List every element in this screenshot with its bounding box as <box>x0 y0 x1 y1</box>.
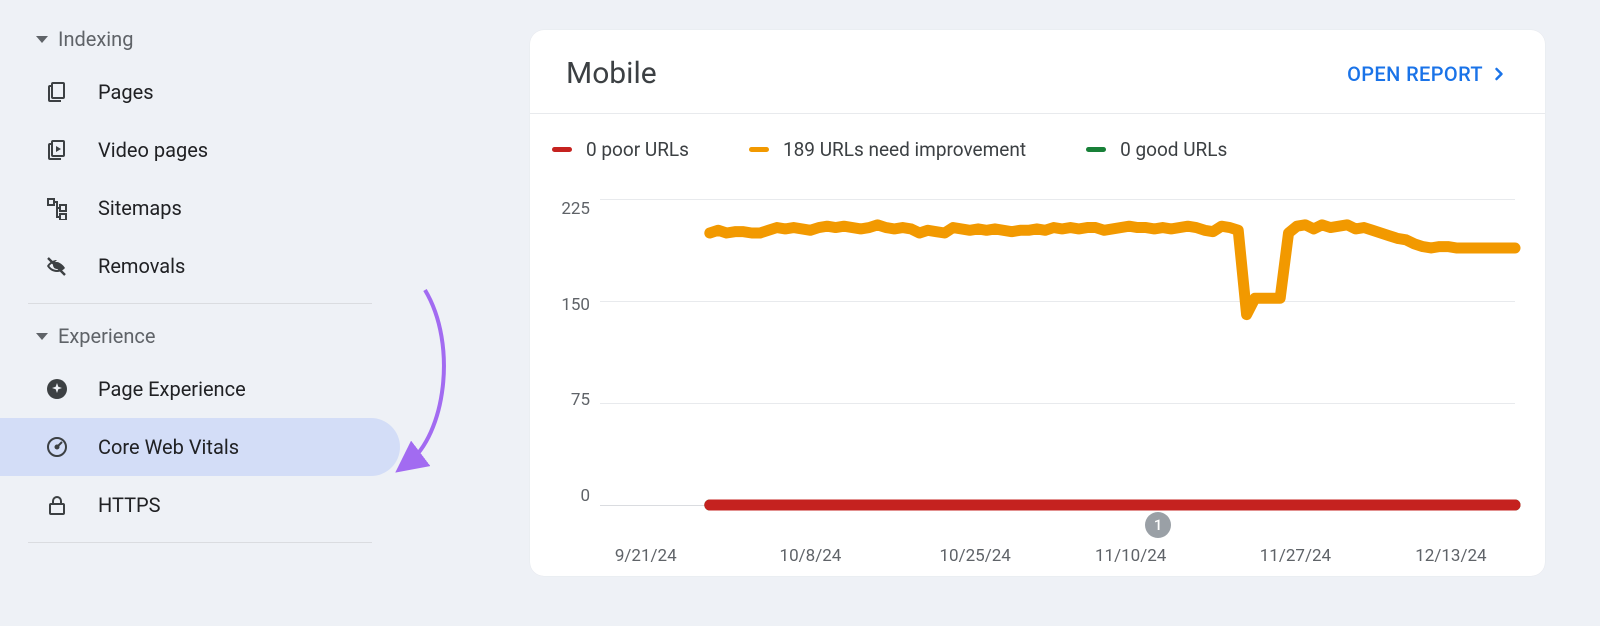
sidebar-item-label: Core Web Vitals <box>98 435 239 459</box>
section-label: Indexing <box>58 27 133 51</box>
y-tick: 0 <box>530 486 590 506</box>
open-report-label: OPEN REPORT <box>1347 62 1483 86</box>
open-report-button[interactable]: OPEN REPORT <box>1347 62 1509 86</box>
y-tick: 225 <box>530 199 590 219</box>
event-marker[interactable]: 1 <box>1145 512 1171 538</box>
callout-arrow-icon <box>390 285 460 485</box>
y-axis: 225 150 75 0 <box>530 199 600 506</box>
sidebar-item-removals[interactable]: Removals <box>0 237 400 295</box>
sidebar: Indexing Pages Video pages Sitemaps Remo <box>0 0 400 626</box>
x-tick: 11/10/24 <box>1095 546 1166 566</box>
legend-item-poor[interactable]: 0 poor URLs <box>552 138 689 161</box>
section-divider <box>28 303 372 304</box>
event-marker-label: 1 <box>1154 516 1163 534</box>
sidebar-item-label: Sitemaps <box>98 196 182 220</box>
x-tick: 9/21/24 <box>615 546 677 566</box>
caret-down-icon <box>36 333 48 340</box>
x-tick: 10/25/24 <box>939 546 1010 566</box>
video-pages-icon <box>44 137 70 163</box>
chevron-right-icon <box>1489 64 1509 84</box>
chart-legend: 0 poor URLs 189 URLs need improvement 0 … <box>530 114 1545 169</box>
x-tick: 11/27/24 <box>1260 546 1331 566</box>
sidebar-item-video-pages[interactable]: Video pages <box>0 121 400 179</box>
report-card: Mobile OPEN REPORT 0 poor URLs 189 URLs … <box>530 30 1545 576</box>
sidebar-item-label: Page Experience <box>98 377 246 401</box>
y-tick: 75 <box>530 390 590 410</box>
sidebar-item-https[interactable]: HTTPS <box>0 476 400 534</box>
lock-icon <box>44 492 70 518</box>
legend-swatch <box>1086 147 1106 152</box>
legend-label: 189 URLs need improvement <box>783 138 1026 161</box>
x-tick: 10/8/24 <box>780 546 842 566</box>
sidebar-item-page-experience[interactable]: Page Experience <box>0 360 400 418</box>
card-header: Mobile OPEN REPORT <box>530 30 1545 114</box>
section-label: Experience <box>58 324 156 348</box>
sidebar-item-label: HTTPS <box>98 493 161 517</box>
section-header-indexing[interactable]: Indexing <box>0 15 400 63</box>
sitemaps-icon <box>44 195 70 221</box>
sidebar-item-label: Video pages <box>98 138 208 162</box>
sidebar-item-core-web-vitals[interactable]: Core Web Vitals <box>0 418 400 476</box>
removals-icon <box>44 253 70 279</box>
sidebar-item-label: Pages <box>98 80 154 104</box>
legend-swatch <box>552 147 572 152</box>
sidebar-item-label: Removals <box>98 254 185 278</box>
legend-item-good[interactable]: 0 good URLs <box>1086 138 1227 161</box>
caret-down-icon <box>36 36 48 43</box>
chart: 225 150 75 0 9/21/24 10/8/24 10/25/24 11/10… <box>530 169 1545 576</box>
x-tick: 12/13/24 <box>1415 546 1486 566</box>
plot-area <box>600 199 1515 506</box>
sidebar-item-sitemaps[interactable]: Sitemaps <box>0 179 400 237</box>
pages-icon <box>44 79 70 105</box>
section-divider <box>28 542 372 543</box>
section-header-experience[interactable]: Experience <box>0 312 400 360</box>
speed-icon <box>44 434 70 460</box>
y-tick: 150 <box>530 295 590 315</box>
legend-swatch <box>749 147 769 152</box>
card-title: Mobile <box>566 56 657 91</box>
legend-label: 0 poor URLs <box>586 138 689 161</box>
sparkle-icon <box>44 376 70 402</box>
legend-item-needs-improvement[interactable]: 189 URLs need improvement <box>749 138 1026 161</box>
sidebar-item-pages[interactable]: Pages <box>0 63 400 121</box>
legend-label: 0 good URLs <box>1120 138 1227 161</box>
